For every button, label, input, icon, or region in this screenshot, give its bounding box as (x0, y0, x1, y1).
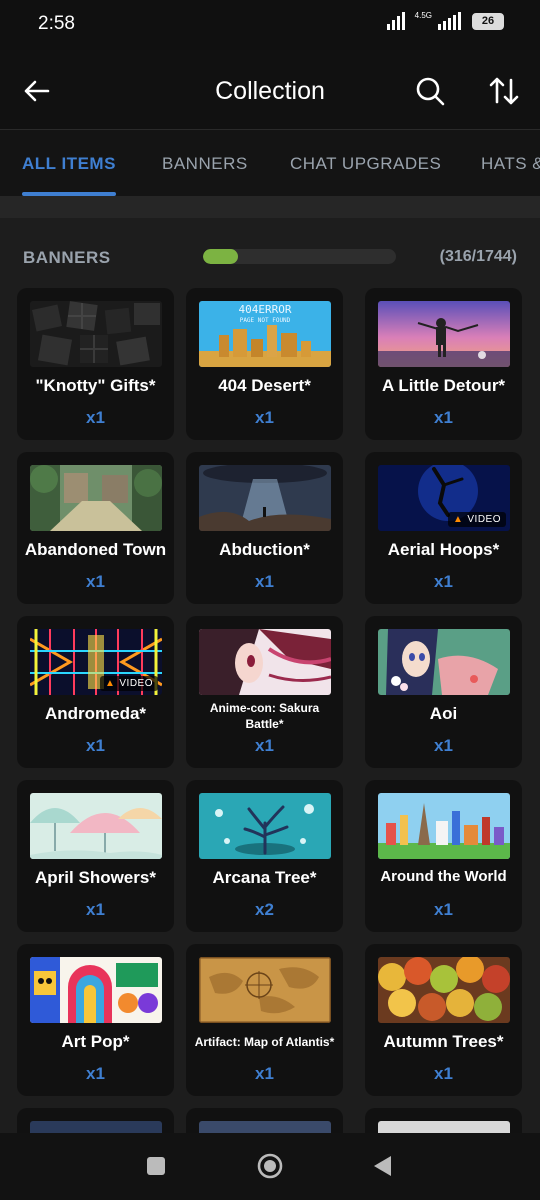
banner-count: x2 (255, 900, 274, 919)
banner-thumbnail (199, 465, 331, 531)
banner-name: Abandoned Town (24, 540, 167, 559)
tab-all-items[interactable]: ALL ITEMS (22, 154, 116, 174)
collection-progress-bar (203, 249, 396, 264)
banner-thumbnail (378, 301, 510, 367)
system-nav-bar (0, 1133, 540, 1200)
section-title: BANNERS (23, 248, 111, 267)
banner-thumbnail (30, 957, 162, 1023)
banner-card[interactable] (365, 1108, 522, 1133)
banner-card[interactable] (17, 1108, 174, 1133)
banner-name: April Showers* (35, 868, 156, 887)
banner-thumbnail: 404ERROR PAGE NOT FOUND (199, 301, 331, 367)
tab-banners[interactable]: BANNERS (162, 154, 248, 174)
banner-card[interactable]: April Showers* x1 (17, 780, 174, 932)
banner-card[interactable]: Abandoned Town x1 (17, 452, 174, 604)
banner-count: x1 (255, 736, 274, 755)
home-icon[interactable] (255, 1151, 285, 1181)
banner-name: Andromeda* (44, 704, 147, 723)
banner-count: x1 (255, 572, 274, 591)
banner-count: x1 (86, 900, 105, 919)
banner-name: Aerial Hoops* (387, 540, 500, 559)
banner-thumbnail (199, 793, 331, 859)
thumb-subtext: PAGE NOT FOUND (240, 317, 291, 324)
tab-hats[interactable]: HATS & (481, 154, 540, 174)
banner-card[interactable]: Autumn Trees* x1 (365, 944, 522, 1096)
banner-thumbnail (378, 957, 510, 1023)
tab-bar: ALL ITEMS BANNERS CHAT UPGRADES HATS & (0, 130, 540, 196)
banner-card[interactable]: Anime-con: Sakura Battle* x1 (186, 616, 343, 768)
banner-thumbnail: ▲ VIDEO (30, 629, 162, 695)
banner-card[interactable]: Aoi x1 (365, 616, 522, 768)
back-nav-icon[interactable] (368, 1151, 398, 1181)
status-bar: 2:58 4.5G 26 (0, 0, 540, 50)
banner-card[interactable] (186, 1108, 343, 1133)
banner-card[interactable]: ▲ VIDEO Andromeda* x1 (17, 616, 174, 768)
signal-icon-2 (438, 12, 461, 30)
banner-thumbnail (378, 629, 510, 695)
banner-card[interactable]: Art Pop* x1 (17, 944, 174, 1096)
banner-thumbnail (30, 793, 162, 859)
banner-name: Artifact: Map of Atlantis* (194, 1035, 335, 1049)
banner-name: Arcana Tree* (212, 868, 317, 887)
banner-count: x1 (86, 572, 105, 591)
banner-card[interactable]: Around the World x1 (365, 780, 522, 932)
page-title: Collection (215, 77, 325, 105)
divider (0, 196, 540, 218)
battery-icon: 26 (472, 12, 504, 30)
banner-name: Art Pop* (61, 1032, 130, 1051)
banner-count: x1 (434, 736, 453, 755)
thumb-text: 404ERROR (239, 303, 292, 316)
banner-thumbnail (378, 793, 510, 859)
banner-count: x1 (86, 1064, 105, 1083)
video-badge: ▲ VIDEO (99, 676, 158, 691)
sort-icon[interactable] (487, 74, 521, 108)
banner-name: Around the World (380, 868, 507, 885)
tab-chat-upgrades[interactable]: CHAT UPGRADES (290, 154, 441, 174)
banner-thumbnail (30, 1121, 162, 1133)
banner-count: x1 (434, 408, 453, 427)
collection-count: (316/1744) (439, 248, 517, 265)
banner-card[interactable]: A Little Detour* x1 (365, 288, 522, 440)
status-time: 2:58 (38, 13, 75, 34)
banner-name: Abduction* (219, 540, 310, 559)
banner-count: x1 (86, 408, 105, 427)
banner-count: x1 (434, 1064, 453, 1083)
banner-name: "Knotty" Gifts* (35, 376, 156, 395)
network-type: 4.5G (414, 10, 432, 20)
banner-card[interactable]: Artifact: Map of Atlantis* x1 (186, 944, 343, 1096)
banner-name: Autumn Trees* (383, 1032, 504, 1051)
flame-icon: ▲ (104, 678, 116, 689)
search-icon[interactable] (413, 74, 447, 108)
status-icons: 4.5G 26 (386, 10, 504, 30)
banner-thumbnail: ▲ VIDEO (378, 465, 510, 531)
flame-icon: ▲ (452, 514, 464, 525)
signal-icon (386, 12, 405, 30)
banner-card[interactable]: Abduction* x1 (186, 452, 343, 604)
banner-count: x1 (86, 736, 105, 755)
app-header: Collection (0, 50, 540, 130)
video-badge: ▲ VIDEO (447, 512, 506, 527)
banners-section: BANNERS (316/1744) "Knotty" Gifts* x1 40… (0, 218, 540, 1133)
banner-name: A Little Detour* (381, 376, 506, 395)
banner-card[interactable]: 404ERROR PAGE NOT FOUND 404 Desert* x1 (186, 288, 343, 440)
banner-count: x1 (255, 1064, 274, 1083)
banner-card[interactable]: ▲ VIDEO Aerial Hoops* x1 (365, 452, 522, 604)
banner-name: 404 Desert* (218, 376, 311, 395)
banner-card[interactable]: "Knotty" Gifts* x1 (17, 288, 174, 440)
banner-count: x1 (434, 900, 453, 919)
banner-name: Anime-con: Sakura Battle* (209, 701, 320, 731)
banner-thumbnail (199, 629, 331, 695)
section-header: BANNERS (316/1744) (0, 218, 540, 288)
banner-thumbnail (30, 465, 162, 531)
banner-thumbnail (30, 301, 162, 367)
banner-count: x1 (434, 572, 453, 591)
banner-card[interactable]: Arcana Tree* x2 (186, 780, 343, 932)
recent-apps-icon[interactable] (141, 1151, 171, 1181)
banner-thumbnail (199, 1121, 331, 1133)
banner-name: Aoi (429, 704, 458, 723)
banner-count: x1 (255, 408, 274, 427)
progress-fill (203, 249, 238, 264)
banner-thumbnail (378, 1121, 510, 1133)
banner-thumbnail (199, 957, 331, 1023)
